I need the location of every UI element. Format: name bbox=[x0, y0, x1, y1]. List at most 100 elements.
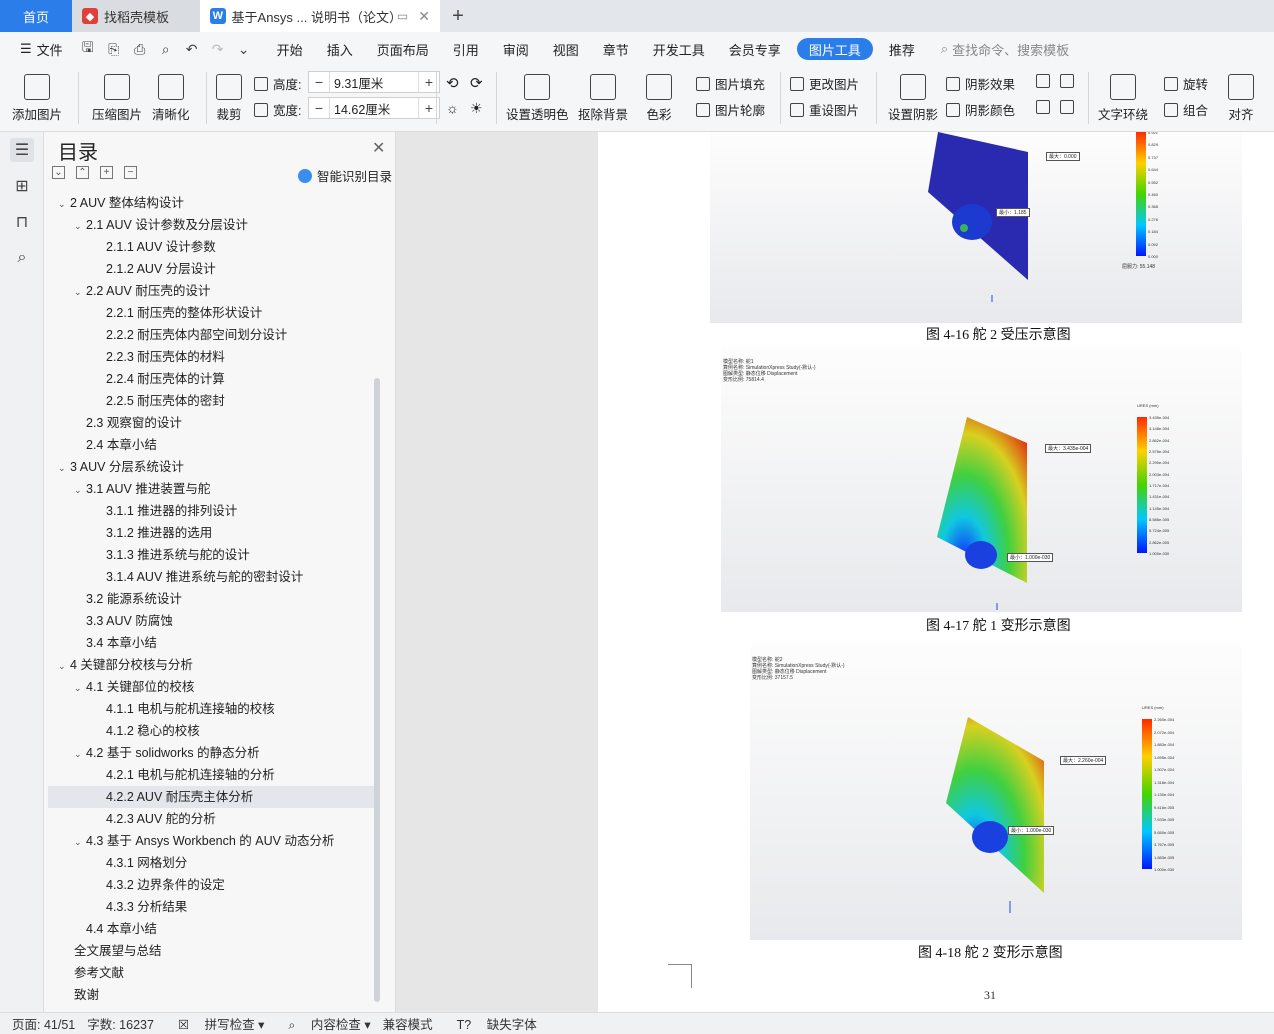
toc-panel-icon[interactable]: ☰ bbox=[10, 138, 34, 162]
toc-item[interactable]: 3.1.2 推进器的选用 bbox=[48, 522, 374, 544]
toc-item[interactable]: 4.3.1 网格划分 bbox=[48, 852, 374, 874]
toc-item[interactable]: 3.2 能源系统设计 bbox=[48, 588, 374, 610]
toc-item[interactable]: ⌄ 4.1 关键部位的校核 bbox=[48, 676, 374, 698]
set-transparent-button[interactable]: 设置透明色 bbox=[506, 74, 569, 123]
expand-chevron-icon[interactable]: ⌄ bbox=[74, 281, 86, 303]
new-tab-button[interactable]: + bbox=[440, 0, 476, 32]
add-level-icon[interactable]: + bbox=[100, 166, 113, 179]
toc-item[interactable]: 4.4 本章小结 bbox=[48, 918, 374, 940]
toc-item[interactable]: 4.1.2 稳心的校核 bbox=[48, 720, 374, 742]
toc-item[interactable]: 3.4 本章小结 bbox=[48, 632, 374, 654]
page-indicator[interactable]: 页面: 41/51 bbox=[12, 1014, 75, 1033]
export-pdf-icon[interactable]: ⎘ bbox=[105, 40, 123, 58]
toc-item[interactable]: ⌄ 2.1 AUV 设计参数及分层设计 bbox=[48, 214, 374, 236]
missing-font-button[interactable]: T? 缺失字体 bbox=[445, 1014, 537, 1033]
toc-item[interactable]: ⌄ 4 关键部分校核与分析 bbox=[48, 654, 374, 676]
toc-item[interactable]: 4.2.1 电机与舵机连接轴的分析 bbox=[48, 764, 374, 786]
word-count[interactable]: 字数: 16237 bbox=[87, 1014, 154, 1033]
menu-chapter[interactable]: 章节 bbox=[591, 32, 641, 66]
toc-item[interactable]: 3.1.1 推进器的排列设计 bbox=[48, 500, 374, 522]
toc-item[interactable]: 2.2.4 耐压壳体的计算 bbox=[48, 368, 374, 390]
expand-up-icon[interactable]: ⌃ bbox=[76, 166, 89, 179]
menu-start[interactable]: 开始 bbox=[265, 32, 315, 66]
toc-item[interactable]: 2.2.5 耐压壳体的密封 bbox=[48, 390, 374, 412]
menu-reference[interactable]: 引用 bbox=[441, 32, 491, 66]
toc-item[interactable]: 3.1.3 推进系统与舵的设计 bbox=[48, 544, 374, 566]
toc-item[interactable]: 2.4 本章小结 bbox=[48, 434, 374, 456]
command-search[interactable]: ⌕ 查找命令、搜索模板 bbox=[941, 40, 1069, 59]
menu-recommend[interactable]: 推荐 bbox=[877, 32, 927, 66]
menu-layout[interactable]: 页面布局 bbox=[365, 32, 441, 66]
close-tab-icon[interactable]: ✕ bbox=[418, 8, 430, 25]
toc-item[interactable]: ⌄ 4.3 基于 Ansys Workbench 的 AUV 动态分析 bbox=[48, 830, 374, 852]
reset-image-button[interactable]: 重设图片 bbox=[790, 100, 859, 119]
menu-member[interactable]: 会员专享 bbox=[717, 32, 793, 66]
tab-document[interactable]: W 基于Ansys ... 说明书（论文） ▭ ✕ bbox=[200, 0, 440, 32]
shadow-left-icon[interactable] bbox=[1036, 100, 1055, 114]
expand-chevron-icon[interactable]: ⌄ bbox=[74, 677, 86, 699]
align-button[interactable]: 对齐 bbox=[1228, 74, 1254, 123]
expand-chevron-icon[interactable]: ⌄ bbox=[74, 215, 86, 237]
remove-background-button[interactable]: 抠除背景 bbox=[578, 74, 628, 123]
image-outline-button[interactable]: 图片轮廓 bbox=[696, 100, 765, 119]
collapse-all-icon[interactable]: ⌄ bbox=[52, 166, 65, 179]
toc-item[interactable]: ⌄ 2.2 AUV 耐压壳的设计 bbox=[48, 280, 374, 302]
shadow-effect-button[interactable]: 阴影效果 bbox=[946, 74, 1015, 93]
text-wrap-button[interactable]: 文字环绕 bbox=[1098, 74, 1148, 123]
rotate-right-icon[interactable]: ⟳ bbox=[470, 74, 483, 92]
rotate-button[interactable]: 旋转 bbox=[1164, 74, 1208, 93]
toc-item[interactable]: 2.2.2 耐压壳体内部空间划分设计 bbox=[48, 324, 374, 346]
redo-icon[interactable]: ↷ bbox=[209, 40, 227, 58]
menu-review[interactable]: 审阅 bbox=[491, 32, 541, 66]
toc-item[interactable]: ⌄ 4.2 基于 solidworks 的静态分析 bbox=[48, 742, 374, 764]
screen-icon[interactable]: ▭ bbox=[397, 9, 408, 23]
figure-4-17-image[interactable]: 模型名称: 舵1 算例名称: SimulationXpress Study(-默… bbox=[721, 347, 1242, 612]
content-check-button[interactable]: ⌕ 内容检查 ▾ bbox=[276, 1014, 370, 1033]
undo-icon[interactable]: ↶ bbox=[183, 40, 201, 58]
expand-chevron-icon[interactable]: ⌄ bbox=[74, 743, 86, 765]
toc-item[interactable]: ⌄ 3.1 AUV 推进装置与舵 bbox=[48, 478, 374, 500]
toc-item[interactable]: 致谢 bbox=[48, 984, 374, 1006]
toc-item[interactable]: ⌄ 3 AUV 分层系统设计 bbox=[48, 456, 374, 478]
file-menu[interactable]: ☰ 文件 bbox=[8, 32, 75, 66]
change-image-button[interactable]: 更改图片 bbox=[790, 74, 859, 93]
brightness-up-icon[interactable]: ☼ bbox=[446, 100, 459, 116]
menu-picture-tools[interactable]: 图片工具 bbox=[796, 38, 873, 60]
compress-image-button[interactable]: 压缩图片 bbox=[92, 74, 142, 123]
remove-level-icon[interactable]: − bbox=[124, 166, 137, 179]
toc-item[interactable]: 2.3 观察窗的设计 bbox=[48, 412, 374, 434]
menu-view[interactable]: 视图 bbox=[541, 32, 591, 66]
spell-check-button[interactable]: ☒ 拼写检查 ▾ bbox=[166, 1014, 264, 1033]
toc-item[interactable]: 4.2.2 AUV 耐压壳主体分析 bbox=[48, 786, 374, 808]
toc-item[interactable]: 4.2.3 AUV 舵的分析 bbox=[48, 808, 374, 830]
toc-item[interactable]: ⌄ 2 AUV 整体结构设计 bbox=[48, 192, 374, 214]
smart-toc-button[interactable]: 智能识别目录 bbox=[298, 166, 392, 185]
toc-item[interactable]: 3.3 AUV 防腐蚀 bbox=[48, 610, 374, 632]
find-icon[interactable]: ⌕ bbox=[10, 246, 34, 270]
figure-4-16-image[interactable]: 最大：0.000 最小：1.185 0.921 0.829 0.737 0.644 0.… bbox=[710, 132, 1242, 323]
bookmark-icon[interactable]: ⊓ bbox=[10, 210, 34, 234]
add-image-button[interactable]: 添加图片 bbox=[12, 74, 62, 123]
figure-4-18-image[interactable]: 模型名称: 舵2 算例名称: SimulationXpress Study(-默… bbox=[750, 643, 1242, 940]
expand-chevron-icon[interactable]: ⌄ bbox=[74, 479, 86, 501]
print-icon[interactable]: ⎙ bbox=[131, 40, 149, 58]
height-minus-button[interactable]: − bbox=[309, 74, 329, 90]
expand-chevron-icon[interactable]: ⌄ bbox=[74, 831, 86, 853]
menu-insert[interactable]: 插入 bbox=[315, 32, 365, 66]
expand-chevron-icon[interactable]: ⌄ bbox=[58, 193, 70, 215]
tab-template[interactable]: ◆ 找稻壳模板 bbox=[72, 0, 200, 32]
toc-item[interactable]: 4.1.1 电机与舵机连接轴的校核 bbox=[48, 698, 374, 720]
close-panel-icon[interactable]: ✕ bbox=[372, 138, 385, 158]
tab-home[interactable]: 首页 bbox=[0, 0, 72, 32]
shadow-color-button[interactable]: 阴影颜色 bbox=[946, 100, 1015, 119]
toc-item[interactable]: 2.2.3 耐压壳体的材料 bbox=[48, 346, 374, 368]
print-preview-icon[interactable]: ⌕ bbox=[157, 40, 175, 58]
toc-item[interactable]: 4.3.3 分析结果 bbox=[48, 896, 374, 918]
width-input[interactable]: 14.62厘米 bbox=[329, 98, 419, 118]
sharpen-button[interactable]: 清晰化 bbox=[152, 74, 190, 123]
height-input[interactable]: 9.31厘米 bbox=[329, 72, 419, 92]
expand-chevron-icon[interactable]: ⌄ bbox=[58, 457, 70, 479]
toc-item[interactable]: 3.1.4 AUV 推进系统与舵的密封设计 bbox=[48, 566, 374, 588]
toc-item[interactable]: 2.2.1 耐压壳的整体形状设计 bbox=[48, 302, 374, 324]
toc-scrollbar[interactable] bbox=[374, 378, 380, 1002]
